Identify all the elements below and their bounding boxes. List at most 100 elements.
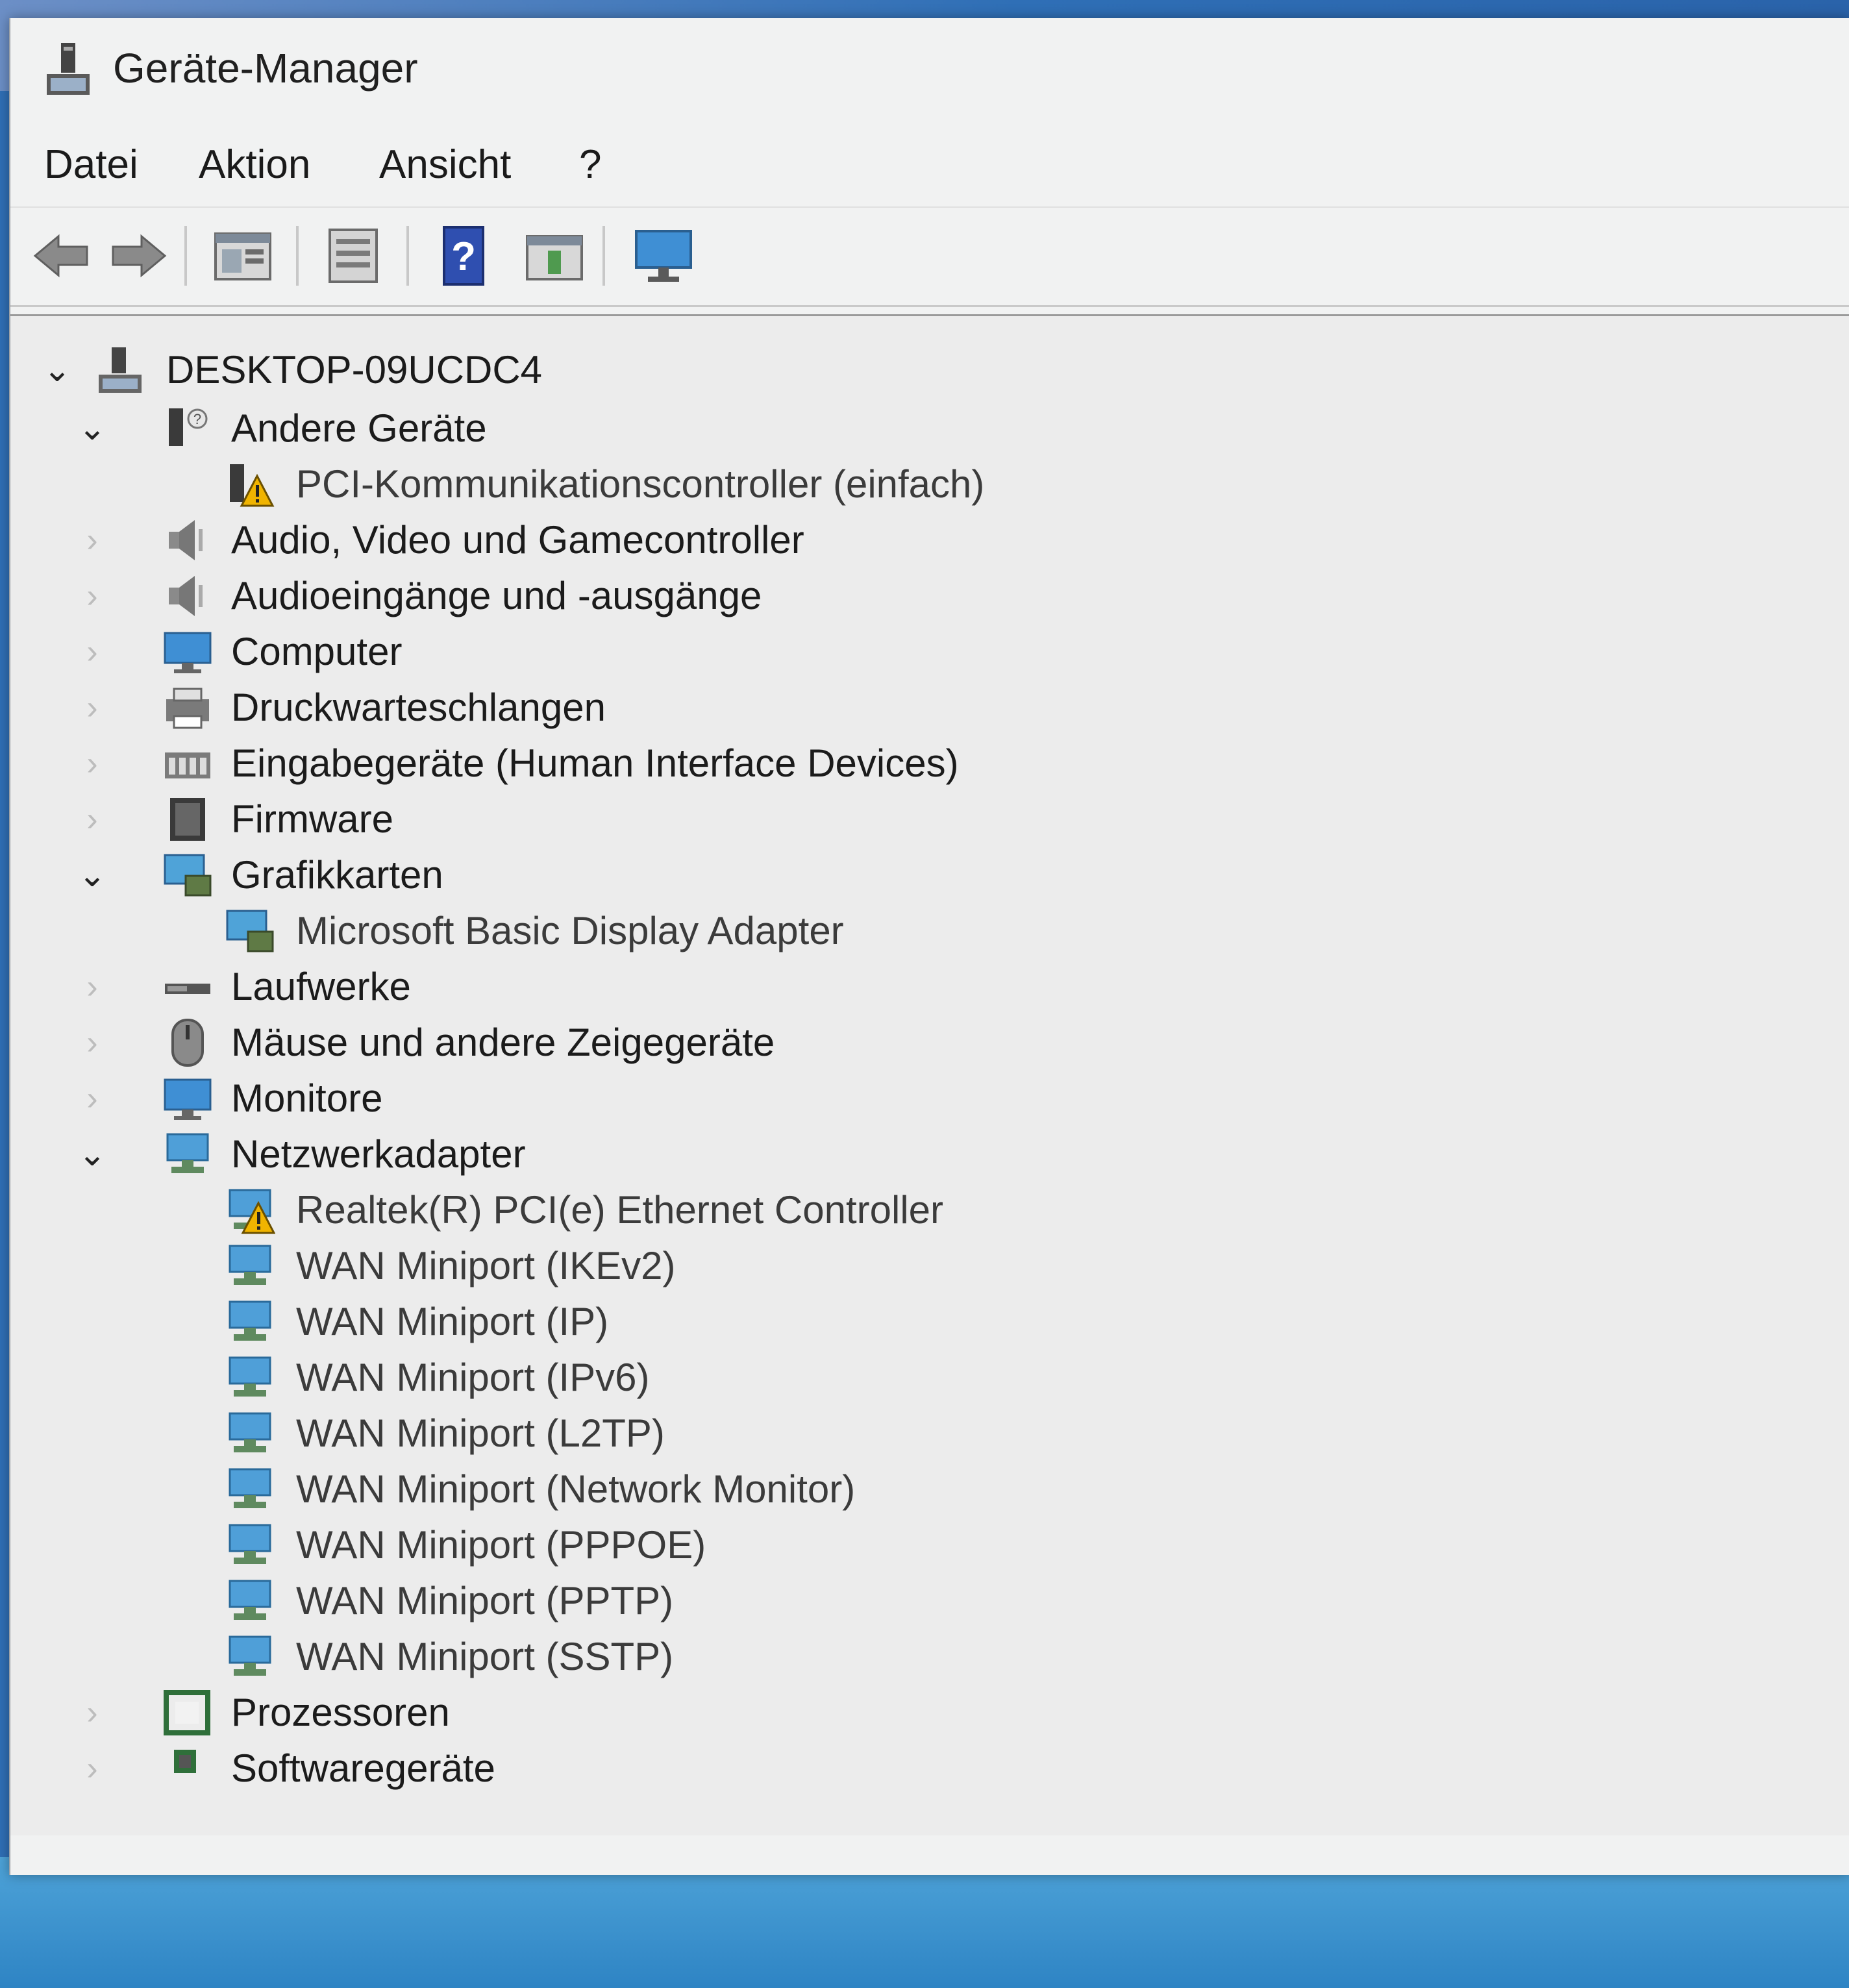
tree-item[interactable]: WAN Miniport (Network Monitor)	[10, 1461, 1439, 1517]
tree-item[interactable]: WAN Miniport (L2TP)	[10, 1406, 1439, 1461]
network-adapter-icon	[229, 1412, 271, 1452]
network-adapter-icon	[229, 1524, 271, 1564]
menu-help[interactable]: ?	[579, 142, 601, 188]
tree-item[interactable]: › Softwaregeräte	[10, 1741, 1439, 1796]
tree-item[interactable]: WAN Miniport (IPv6)	[10, 1350, 1439, 1406]
network-warning-icon	[229, 1189, 275, 1234]
tree-item[interactable]: › Audioeingänge und -ausgänge	[10, 568, 1439, 624]
tree-item[interactable]: PCI-Kommunikationscontroller (einfach)	[10, 456, 1439, 512]
title-bar[interactable]: Geräte-Manager	[10, 18, 1849, 122]
tree-item[interactable]: ⌄ Netzwerkadapter	[10, 1126, 1439, 1182]
tree-item[interactable]: WAN Miniport (IKEv2)	[10, 1238, 1439, 1294]
tree-item-label: WAN Miniport (PPTP)	[296, 1579, 674, 1622]
tree-root-label: DESKTOP-09UCDC4	[166, 348, 543, 391]
tree-item-label: Netzwerkadapter	[231, 1132, 526, 1176]
tree-item[interactable]: › Audio, Video und Gamecontroller	[10, 512, 1439, 568]
software-device-icon	[174, 1750, 196, 1773]
help-icon[interactable]: ?	[432, 225, 495, 287]
tree-item[interactable]: › Prozessoren	[10, 1685, 1439, 1741]
tree-item[interactable]: › Monitore	[10, 1071, 1439, 1126]
device-manager-icon	[47, 43, 90, 95]
tree-item[interactable]: › Eingabegeräte (Human Interface Devices)	[10, 736, 1439, 791]
tree-item[interactable]: WAN Miniport (SSTP)	[10, 1629, 1439, 1685]
chevron-right-icon[interactable]: ›	[73, 736, 112, 791]
network-adapter-icon	[166, 1133, 209, 1173]
tree-item-label: Grafikkarten	[231, 853, 443, 897]
tree-item[interactable]: › Mäuse und andere Zeigegeräte	[10, 1015, 1439, 1071]
chevron-right-icon[interactable]: ›	[73, 1071, 112, 1126]
tree-item-label: Audio, Video und Gamecontroller	[231, 518, 804, 562]
chevron-down-icon[interactable]: ⌄	[73, 1126, 112, 1182]
monitor-icon	[164, 632, 212, 673]
scan-hardware-icon[interactable]	[632, 225, 695, 287]
tree-item[interactable]: ⌄? Andere Geräte	[10, 401, 1439, 456]
network-adapter-icon	[229, 1635, 271, 1676]
menu-bar: Datei Aktion Ansicht ?	[10, 129, 1849, 193]
update-driver-icon[interactable]	[523, 225, 586, 287]
chip-icon	[170, 798, 205, 841]
network-adapter-icon	[229, 1468, 271, 1508]
toolbar-separator	[602, 226, 605, 286]
forward-icon[interactable]	[108, 225, 170, 287]
tree-item[interactable]: WAN Miniport (PPTP)	[10, 1573, 1439, 1629]
speaker-icon	[169, 520, 203, 560]
tree-item-label: Druckwarteschlangen	[231, 686, 606, 729]
tree-item[interactable]: Microsoft Basic Display Adapter	[10, 903, 1439, 959]
menu-aktion[interactable]: Aktion	[199, 142, 310, 188]
tree-root[interactable]: ⌄ DESKTOP-09UCDC4	[10, 342, 1439, 398]
tree-item[interactable]: ⌄ Grafikkarten	[10, 847, 1439, 903]
chevron-down-icon[interactable]: ⌄	[73, 401, 112, 456]
tree-item-label: PCI-Kommunikationscontroller (einfach)	[296, 462, 985, 506]
chevron-right-icon[interactable]: ›	[73, 1015, 112, 1071]
tree-item-label: Realtek(R) PCI(e) Ethernet Controller	[296, 1188, 944, 1232]
chevron-right-icon[interactable]: ›	[73, 1741, 112, 1796]
warning-device-icon	[230, 464, 275, 507]
computer-tower-icon	[99, 347, 142, 393]
chevron-right-icon[interactable]: ›	[73, 791, 112, 847]
tree-item-label: WAN Miniport (L2TP)	[296, 1411, 665, 1455]
tree-item[interactable]: › Computer	[10, 624, 1439, 680]
chevron-right-icon[interactable]: ›	[73, 680, 112, 736]
tree-item-label: Mäuse und andere Zeigegeräte	[231, 1021, 775, 1064]
chevron-right-icon[interactable]: ›	[73, 1685, 112, 1741]
tree-item-label: Microsoft Basic Display Adapter	[296, 909, 844, 952]
svg-text:?: ?	[451, 234, 476, 279]
network-adapter-icon	[229, 1300, 271, 1341]
printer-icon	[166, 688, 209, 729]
tree-item[interactable]: WAN Miniport (PPPOE)	[10, 1517, 1439, 1573]
tree-item[interactable]: WAN Miniport (IP)	[10, 1294, 1439, 1350]
mouse-icon	[171, 1019, 204, 1067]
tree-item-label: WAN Miniport (IPv6)	[296, 1356, 650, 1399]
tree-item-label: WAN Miniport (PPPOE)	[296, 1523, 706, 1567]
chevron-right-icon[interactable]: ›	[73, 568, 112, 624]
chevron-down-icon[interactable]: ⌄	[38, 342, 77, 398]
window-title: Geräte-Manager	[113, 45, 418, 92]
tree-item-label: Firmware	[231, 797, 393, 841]
chevron-right-icon[interactable]: ›	[73, 959, 112, 1015]
chevron-right-icon[interactable]: ›	[73, 624, 112, 680]
tree-item-label: Laufwerke	[231, 965, 411, 1008]
properties-icon[interactable]	[212, 225, 274, 287]
tree-item-label: WAN Miniport (IKEv2)	[296, 1244, 676, 1287]
tree-item[interactable]: Realtek(R) PCI(e) Ethernet Controller	[10, 1182, 1439, 1238]
svg-text:?: ?	[193, 411, 201, 427]
tree-item[interactable]: › Firmware	[10, 791, 1439, 847]
menu-datei[interactable]: Datei	[44, 142, 138, 188]
tree-item-label: WAN Miniport (IP)	[296, 1300, 609, 1343]
toolbar-separator	[184, 226, 187, 286]
tree-item[interactable]: › Druckwarteschlangen	[10, 680, 1439, 736]
monitor-icon	[164, 1078, 212, 1120]
tree-item-label: Audioeingänge und -ausgänge	[231, 574, 762, 617]
back-icon[interactable]	[30, 225, 92, 287]
tree-item-label: Andere Geräte	[231, 406, 487, 450]
chevron-down-icon[interactable]: ⌄	[73, 847, 112, 903]
network-adapter-icon	[229, 1356, 271, 1397]
tree-item[interactable]: › Laufwerke	[10, 959, 1439, 1015]
list-view-icon[interactable]	[322, 225, 384, 287]
display-adapter-icon	[164, 854, 212, 897]
hid-icon	[165, 752, 210, 778]
chevron-right-icon[interactable]: ›	[73, 512, 112, 568]
processor-icon	[164, 1690, 210, 1735]
menu-ansicht[interactable]: Ansicht	[379, 142, 511, 188]
device-manager-window: Geräte-Manager Datei Aktion Ansicht ? ? …	[9, 18, 1849, 1875]
